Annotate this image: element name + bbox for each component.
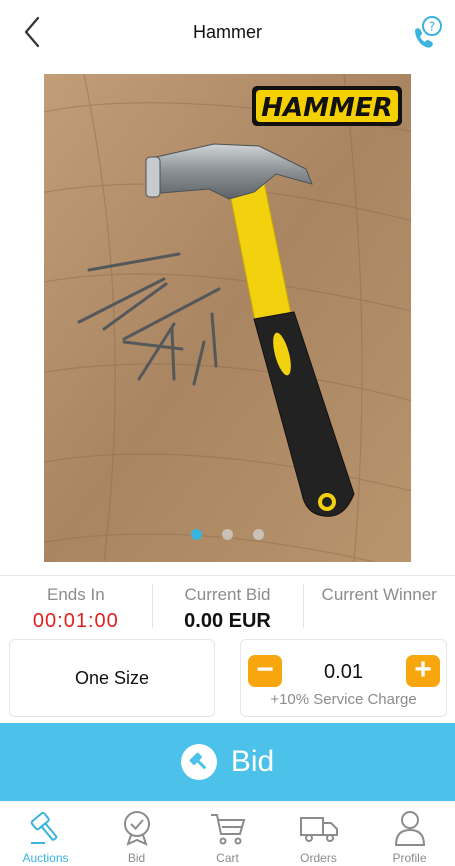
svg-text:?: ?	[429, 20, 435, 34]
current-bid-value: 0.00 EUR	[184, 610, 271, 632]
truck-icon	[299, 808, 339, 848]
nav-item-profile[interactable]: Profile	[364, 802, 455, 866]
bid-button-label: Bid	[230, 745, 275, 778]
support-call-button[interactable]: ?	[410, 14, 446, 50]
brand-text: HAMMER	[261, 93, 392, 123]
nav-item-bid[interactable]: Bid	[91, 802, 182, 866]
carousel-dot[interactable]	[222, 529, 233, 540]
nav-label-orders: Orders	[300, 851, 337, 865]
current-winner-section: Current Winner	[303, 576, 455, 635]
nav-item-cart[interactable]: Cart	[182, 802, 273, 866]
increase-button[interactable]: +	[406, 655, 440, 687]
bottom-navigation: Auctions Bid Cart Orders Profile	[0, 801, 455, 866]
service-charge-note: +10% Service Charge	[270, 691, 417, 708]
nav-label-bid: Bid	[127, 851, 146, 865]
cart-icon	[208, 808, 248, 848]
size-selector[interactable]: One Size	[9, 639, 215, 717]
nav-label-auctions: Auctions	[22, 851, 69, 865]
carousel-indicator	[44, 529, 411, 540]
nav-item-auctions[interactable]: Auctions	[0, 802, 91, 866]
decrease-button[interactable]: −	[248, 655, 282, 687]
app-header: Hammer ?	[0, 0, 455, 66]
nav-item-orders[interactable]: Orders	[273, 802, 364, 866]
gavel-icon	[26, 808, 66, 848]
nav-label-cart: Cart	[216, 851, 239, 865]
current-bid-section: Current Bid 0.00 EUR	[151, 576, 304, 635]
hammer-photo: HAMMER	[44, 74, 411, 562]
ends-in-label: Ends In	[47, 585, 105, 604]
phone-help-icon: ?	[415, 16, 442, 48]
size-label: One Size	[74, 667, 150, 688]
check-badge-icon	[117, 808, 157, 848]
current-bid-label: Current Bid	[184, 585, 271, 604]
bid-amount-stepper: − 0.01 + +10% Service Charge	[240, 639, 447, 717]
product-image[interactable]: HAMMER	[44, 74, 411, 562]
ends-in-section: Ends In 00:01:00	[0, 576, 152, 635]
countdown-timer: 00:01:00	[32, 610, 119, 632]
auction-info: Ends In 00:01:00 Current Bid 0.00 EUR Cu…	[0, 575, 455, 635]
user-icon	[390, 808, 430, 848]
gavel-icon	[180, 744, 217, 780]
page-title: Hammer	[192, 22, 262, 42]
current-winner-label: Current Winner	[321, 585, 437, 604]
nav-label-profile: Profile	[392, 851, 427, 865]
carousel-dot[interactable]	[253, 529, 264, 540]
carousel-dot[interactable]	[191, 529, 202, 540]
bid-amount-value[interactable]: 0.01	[291, 661, 396, 684]
bid-button[interactable]: Bid	[0, 723, 455, 801]
